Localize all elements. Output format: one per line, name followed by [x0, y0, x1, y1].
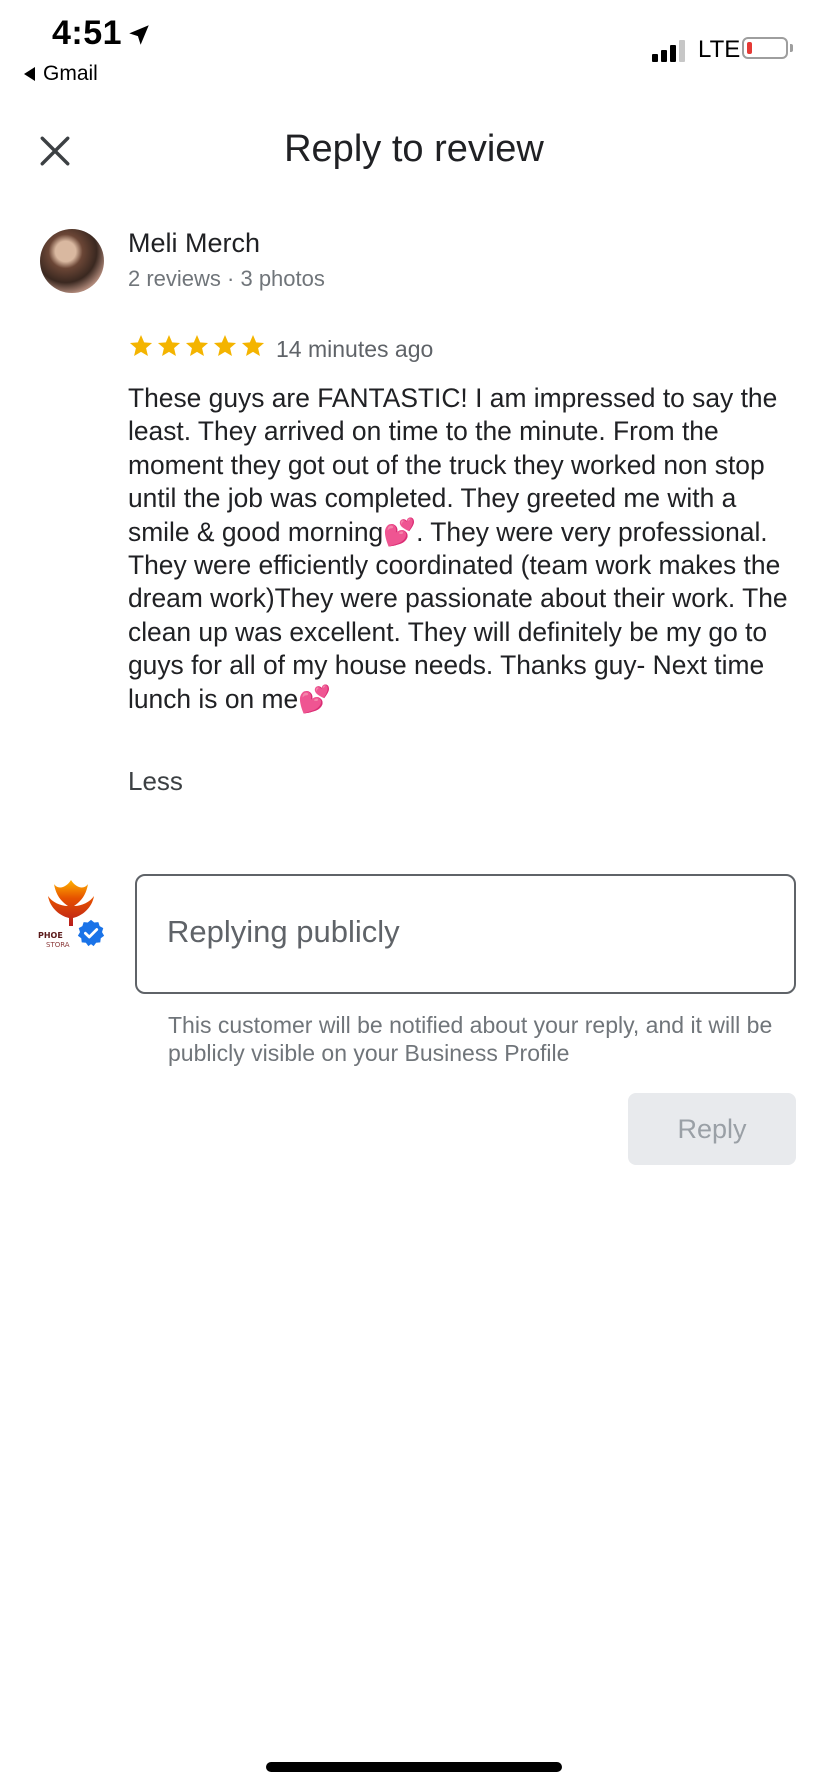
close-icon[interactable] [38, 134, 72, 168]
star-icon [157, 334, 181, 356]
battery-level [747, 42, 752, 54]
reviewer-meta: 2 reviews · 3 photos [128, 266, 325, 291]
business-logo-text-bottom: STORA [46, 941, 70, 948]
battery-icon [742, 37, 788, 59]
verified-badge-icon [77, 919, 105, 947]
star-icon [241, 334, 265, 356]
back-triangle-icon [24, 67, 35, 81]
star-rating [128, 333, 266, 359]
back-to-app-button[interactable]: Gmail [24, 62, 98, 86]
battery-nub [790, 44, 793, 52]
reply-helper-text: This customer will be notified about you… [168, 1012, 773, 1066]
review-text: These guys are FANTASTIC! I am impressed… [128, 383, 788, 714]
star-icon [213, 334, 237, 356]
review-time: 14 minutes ago [276, 336, 434, 362]
back-app-label: Gmail [43, 62, 98, 85]
home-indicator[interactable] [266, 1762, 562, 1772]
star-icon [185, 334, 209, 356]
business-logo-text-top: PHOE [38, 931, 63, 940]
reply-input[interactable] [167, 902, 757, 962]
status-time: 4:51 [52, 14, 123, 52]
reply-input-container[interactable] [135, 874, 796, 994]
network-type: LTE [698, 36, 741, 63]
reviewer-name[interactable]: Meli Merch [128, 228, 260, 259]
star-icon [129, 334, 153, 356]
less-link[interactable]: Less [128, 766, 183, 797]
reviewer-avatar[interactable] [40, 229, 104, 293]
reply-button[interactable]: Reply [628, 1093, 796, 1165]
page-title: Reply to review [284, 128, 544, 170]
cellular-signal-icon [652, 38, 685, 62]
location-arrow-icon [129, 25, 149, 45]
